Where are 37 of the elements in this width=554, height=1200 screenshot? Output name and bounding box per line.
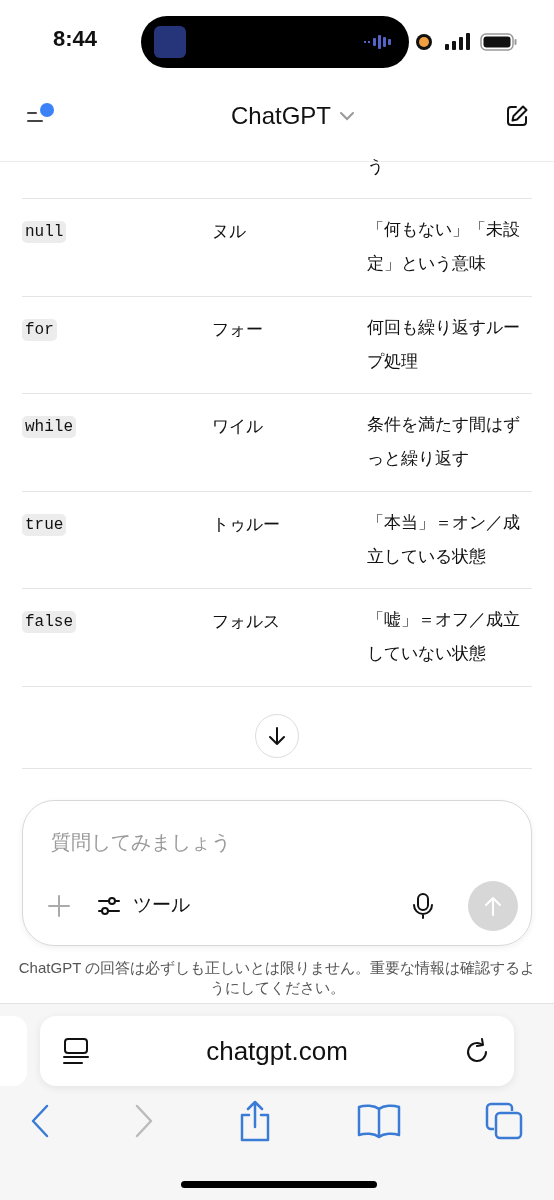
recording-dot-icon: [415, 33, 433, 51]
address-bar[interactable]: chatgpt.com: [40, 1016, 514, 1086]
code-snippet: for: [22, 318, 57, 341]
tools-button[interactable]: ツール: [97, 891, 190, 920]
audio-wave-icon: [364, 34, 394, 50]
table-cell-text: 「嘘」＝オフ／成立していない状態: [367, 609, 521, 665]
table-cell: ワイル: [212, 417, 263, 436]
arrow-down-icon[interactable]: [266, 724, 288, 747]
signal-icon: [445, 33, 471, 51]
table-cell: う: [367, 158, 384, 175]
table-cell-text: 条件を満たす間はずっと繰り返す: [367, 414, 521, 470]
model-selector[interactable]: ChatGPT: [231, 97, 355, 134]
album-art-icon: [154, 26, 186, 58]
table-cell: ヌル: [212, 222, 246, 241]
url-text: chatgpt.com: [205, 1034, 349, 1068]
status-time: 8:44: [53, 28, 98, 50]
back-icon[interactable]: [30, 1104, 50, 1138]
microphone-icon[interactable]: [412, 891, 434, 920]
code-snippet: null: [22, 221, 67, 243]
table-cell-text: 「本当」＝オン／成立している状態: [367, 511, 521, 568]
table-cell: トゥルー: [212, 514, 280, 534]
table-cell-text: 何回も繰り返すループ処理: [367, 316, 521, 373]
code-snippet: true: [22, 513, 67, 536]
battery-icon: [480, 33, 518, 51]
code-snippet: while: [22, 416, 76, 438]
tabs-icon[interactable]: [484, 1101, 524, 1141]
scroll-down-button[interactable]: [255, 713, 299, 758]
disclaimer-text: ChatGPT の回答は必ずしも正しいとは限りません。重要な情報は確認するようにしてください。: [17, 957, 537, 998]
reader-icon[interactable]: [62, 1037, 90, 1065]
table-cell: フォー: [212, 319, 263, 339]
chevron-down-icon[interactable]: [339, 110, 355, 121]
code-snippet: false: [22, 611, 76, 633]
message-input[interactable]: 質問してみましょう: [51, 826, 503, 857]
sliders-icon[interactable]: [97, 894, 121, 917]
table-cell: フォルス: [212, 612, 280, 631]
bookmarks-icon[interactable]: [356, 1103, 401, 1139]
table-cell-text: 「何もない」「未設定」という意味: [367, 219, 521, 275]
